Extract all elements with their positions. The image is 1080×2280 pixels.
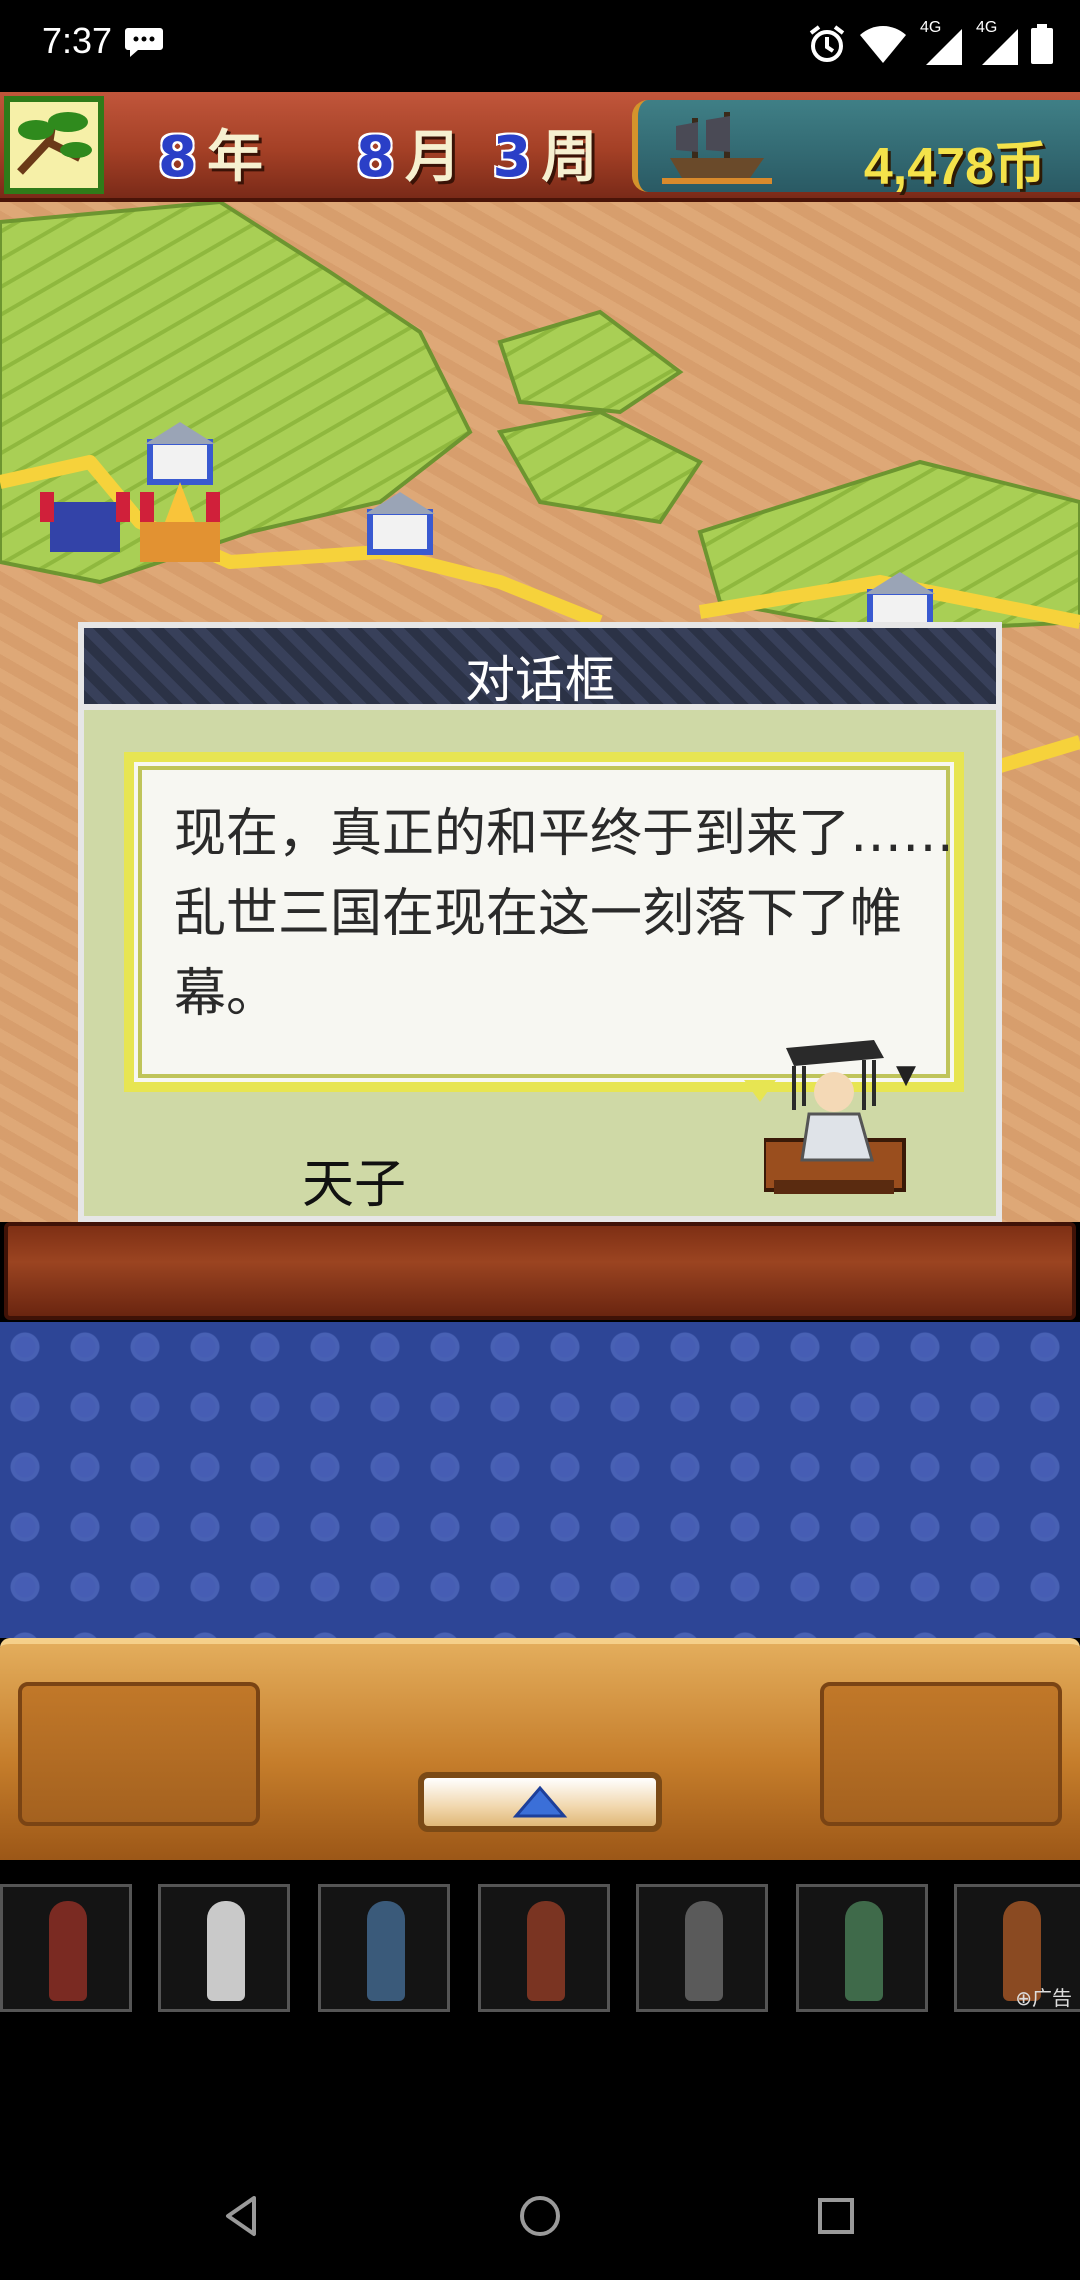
expand-button[interactable] (418, 1772, 662, 1832)
dialog-body: 现在，真正的和平终于到来了……乱世三国在现在这一刻落下了帷幕。 ▼ 天子 (78, 710, 1002, 1222)
left-slot-button[interactable] (18, 1682, 260, 1826)
ad-label[interactable]: ⊕广告 (1015, 1982, 1072, 2011)
month-unit: 月 (404, 125, 463, 190)
battery-icon (1031, 24, 1053, 64)
menu-button[interactable] (4, 96, 104, 194)
clock: 7:37 (42, 20, 113, 61)
speaker-name: 天子 (301, 1155, 406, 1215)
dialog-text: 现在，真正的和平终于到来了……乱世三国在现在这一刻落下了帷幕。 (174, 804, 955, 1024)
year-number: 8 (158, 125, 199, 190)
home-icon[interactable] (516, 2192, 564, 2240)
money-counter: 4,478币 (863, 138, 1046, 196)
navigation-bar (0, 2140, 1080, 2280)
dialog-box[interactable]: 对话框 现在，真正的和平终于到来了……乱世三国在现在这一刻落下了帷幕。 ▼ 天子 (78, 622, 1002, 1222)
game-hud: 8年 8月 3周 4,478币 (0, 92, 1080, 202)
up-arrow-icon (512, 1785, 568, 1818)
command-panel (0, 1322, 1080, 1638)
network-type-label: 4G (920, 19, 942, 36)
month-number: 8 (355, 125, 397, 190)
week-unit: 周 (541, 125, 600, 190)
ad-label-text: 广告 (1032, 1986, 1072, 2010)
recents-icon[interactable] (812, 2192, 860, 2240)
signal-icon-2: 4G (974, 19, 1020, 67)
system-icons: 4G 4G (806, 19, 1054, 68)
wifi-icon (860, 26, 906, 63)
ad-character-thumbnail[interactable] (478, 1884, 610, 2012)
money-panel[interactable]: 4,478币 (632, 100, 1080, 196)
back-icon[interactable] (218, 2192, 266, 2240)
ad-character-thumbnail[interactable] (158, 1884, 290, 2012)
game-date: 8年 8月 3周 (150, 112, 599, 193)
dialog-title-bar: 对话框 (78, 622, 1002, 710)
emperor-portrait (764, 1040, 906, 1194)
pine-tree-icon (17, 112, 92, 175)
week-number: 3 (492, 125, 534, 190)
right-slot-button[interactable] (820, 1682, 1062, 1826)
alarm-icon (809, 25, 845, 62)
ad-character-thumbnail[interactable] (636, 1884, 768, 2012)
ad-character-thumbnail[interactable] (0, 1884, 132, 2012)
ad-banner[interactable]: ⊕广告 (0, 1860, 1080, 2012)
ad-character-thumbnail[interactable] (318, 1884, 450, 2012)
message-bar (4, 1222, 1076, 1320)
signal-icon-1: 4G (918, 19, 964, 67)
status-bar: 7:37 4G 4G (0, 0, 1080, 92)
ad-character-thumbnail[interactable] (796, 1884, 928, 2012)
ship-icon (662, 112, 772, 184)
control-panel (0, 1638, 1080, 1860)
message-icon (125, 28, 163, 57)
dialog-title: 对话框 (465, 651, 615, 709)
year-unit: 年 (206, 125, 265, 190)
network-type-label: 4G (976, 19, 998, 36)
player-base-marker (140, 482, 220, 562)
